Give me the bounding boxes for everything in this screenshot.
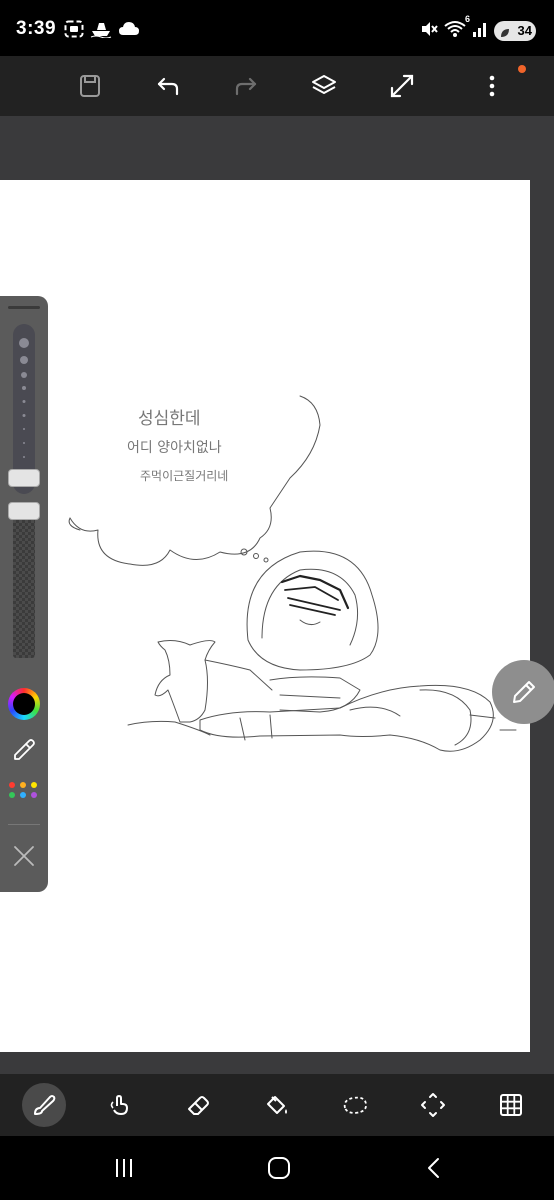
status-time: 3:39 (16, 18, 57, 39)
size-dot (20, 356, 28, 364)
grid-tool-button[interactable] (489, 1083, 533, 1127)
opacity-track[interactable] (13, 502, 35, 658)
size-dot (23, 428, 25, 430)
cloud-icon (118, 20, 140, 43)
opacity-thumb[interactable] (8, 502, 40, 520)
notification-dot (518, 65, 526, 73)
undo-icon (157, 77, 179, 96)
home-button[interactable] (259, 1152, 299, 1184)
undo-button[interactable] (148, 66, 188, 106)
size-dot (22, 414, 26, 417)
transform-tool-button[interactable] (411, 1083, 455, 1127)
palette-dot (31, 792, 37, 798)
battery-level: 34 (517, 23, 532, 38)
more-icon (489, 75, 495, 97)
status-right-icons: 6 34 (420, 14, 536, 43)
panel-divider (8, 824, 40, 825)
fill-tool-button[interactable] (255, 1083, 299, 1127)
handwritten-line-3: 주먹이근질거리네 (140, 469, 228, 483)
eraser-icon (188, 1096, 209, 1115)
home-icon (268, 1157, 290, 1179)
redo-button[interactable] (226, 66, 266, 106)
panel-handle[interactable] (8, 306, 40, 309)
fill-icon (267, 1096, 287, 1114)
eraser-tool-button[interactable] (177, 1083, 221, 1127)
handwritten-line-2: 어디 양아치없나 (127, 440, 222, 456)
signal-icon (472, 20, 488, 43)
eyedropper-button[interactable] (8, 734, 40, 766)
top-toolbar (0, 56, 554, 116)
save-button[interactable] (70, 66, 110, 106)
close-icon (14, 846, 34, 866)
palette-dot (9, 792, 15, 798)
size-dot (23, 442, 25, 444)
pencil-icon (513, 681, 535, 703)
status-bar: 3:39 6 34 (0, 0, 554, 56)
fullscreen-button[interactable] (382, 66, 422, 106)
brush-tool-button[interactable] (22, 1083, 66, 1127)
smudge-icon (110, 1095, 128, 1115)
battery-leaf-icon (499, 25, 511, 45)
system-nav-bar (0, 1136, 554, 1200)
recents-button[interactable] (104, 1152, 144, 1184)
current-color-swatch (13, 693, 35, 715)
bottom-toolbar (0, 1074, 554, 1136)
recents-icon (116, 1159, 132, 1177)
grid-icon (500, 1094, 522, 1116)
brush-size-thumb[interactable] (8, 469, 40, 487)
size-dot (22, 400, 26, 403)
network-badge: 6 (464, 13, 470, 24)
size-dot (22, 386, 26, 390)
redo-icon (235, 77, 257, 96)
size-dot (19, 338, 29, 348)
wifi-icon: 6 (444, 14, 470, 43)
size-dot (21, 372, 27, 378)
layers-button[interactable] (304, 66, 344, 106)
boat-icon (90, 20, 112, 43)
mute-icon (420, 20, 438, 43)
status-left-icons (64, 20, 140, 42)
palette-dot (31, 782, 37, 788)
sketch-drawing: 성심한데 어디 양아치없나 주먹이근질거리네 (68, 395, 517, 752)
lasso-icon (343, 1096, 367, 1114)
lasso-tool-button[interactable] (333, 1083, 377, 1127)
brush-side-panel (0, 296, 48, 892)
palette-dot (20, 782, 26, 788)
back-icon (428, 1158, 439, 1178)
size-dot (23, 456, 25, 458)
fullscreen-icon (390, 74, 414, 98)
handwritten-line-1: 성심한데 (138, 409, 201, 429)
color-palette-button[interactable] (9, 782, 39, 802)
eyedropper-icon (14, 739, 35, 760)
color-picker-wheel[interactable] (8, 688, 40, 720)
palette-dot (20, 792, 26, 798)
drawing-canvas[interactable]: 성심한데 어디 양아치없나 주먹이근질거리네 (0, 180, 530, 1052)
palette-dot (9, 782, 15, 788)
transform-icon (421, 1093, 445, 1117)
brush-icon (34, 1095, 56, 1115)
layers-icon (312, 75, 336, 94)
save-icon (80, 75, 100, 97)
edit-fab-button[interactable] (492, 660, 554, 724)
close-panel-button[interactable] (8, 840, 40, 872)
smudge-tool-button[interactable] (99, 1083, 143, 1127)
battery-icon: 34 (494, 21, 536, 41)
back-button[interactable] (414, 1152, 454, 1184)
more-button[interactable] (472, 66, 512, 106)
screenshot-icon (64, 20, 84, 43)
